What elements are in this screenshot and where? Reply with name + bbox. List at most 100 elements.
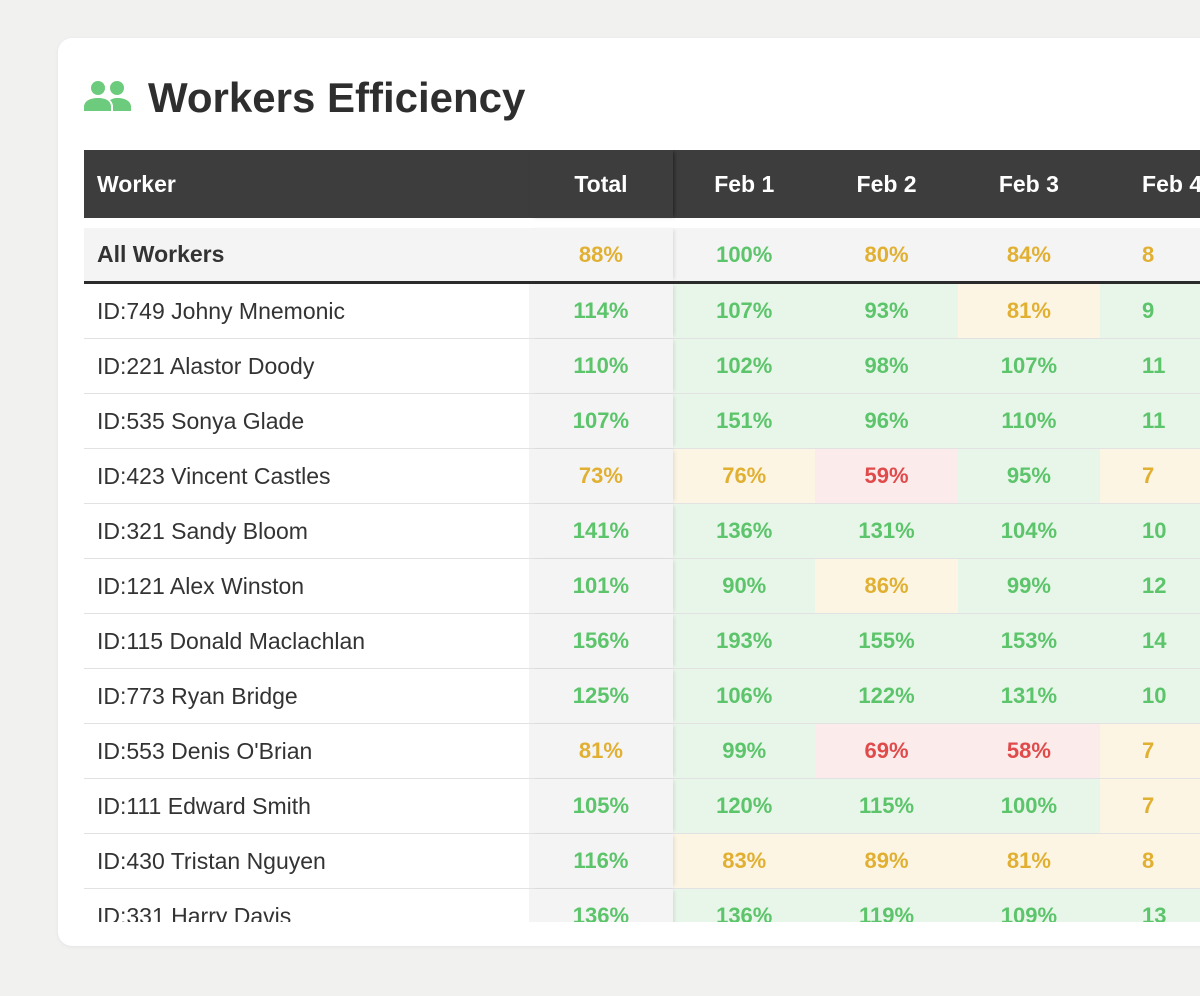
worker-name: ID:535 Sonya Glade [97,407,305,434]
total-cell: 105% [528,779,674,833]
table-row[interactable]: ID:553 Denis O'Brian 81% 99% 69% 58% 7 [84,724,1200,779]
worker-name: ID:115 Donald Maclachlan [97,627,366,654]
table-row[interactable]: ID:321 Sandy Bloom 141% 136% 131% 104% 10 [84,504,1200,559]
worker-name: ID:430 Tristan Nguyen [97,847,326,874]
day-cell: 131% [815,504,958,558]
day-cell: 193% [673,614,816,668]
total-cell: 136% [528,889,674,922]
day-cell: 76% [673,449,816,503]
day-cell: 81% [957,284,1101,338]
day-cell: 10 [1100,669,1200,723]
table-row[interactable]: ID:773 Ryan Bridge 125% 106% 122% 131% 10 [84,669,1200,724]
day-cell: 107% [673,284,816,338]
day-cell: 59% [815,449,958,503]
day-cell: 80% [864,241,909,267]
day-cell: 110% [957,394,1101,448]
column-header-day[interactable]: Feb 1 [673,150,815,218]
day-cell: 11 [1100,339,1200,393]
table-row[interactable]: ID:221 Alastor Doody 110% 102% 98% 107% 11 [84,339,1200,394]
day-cell: 100% [716,241,773,267]
worker-name: ID:221 Alastor Doody [97,352,315,379]
workers-efficiency-card: Workers Efficiency Worker Total Feb 1 Fe… [58,38,1200,946]
total-cell: 81% [528,724,674,778]
table-header: Worker Total Feb 1 Feb 2 Feb 3 Feb 4 [84,150,1200,218]
day-cell: 107% [957,339,1101,393]
column-header-day[interactable]: Feb 2 [815,150,957,218]
table-row[interactable]: ID:111 Edward Smith 105% 120% 115% 100% 7 [84,779,1200,834]
day-cell: 7 [1100,449,1200,503]
day-cell: 136% [673,504,816,558]
day-cell: 9 [1100,284,1200,338]
day-cell: 58% [957,724,1101,778]
table-row[interactable]: ID:535 Sonya Glade 107% 151% 96% 110% 11 [84,394,1200,449]
page-title: Workers Efficiency [148,74,526,121]
column-header-worker[interactable]: Worker [84,150,529,218]
worker-name: ID:553 Denis O'Brian [97,737,313,764]
day-cell: 96% [815,394,958,448]
day-cell: 122% [815,669,958,723]
day-cell: 153% [957,614,1101,668]
day-cell: 10 [1100,504,1200,558]
table-row[interactable]: ID:423 Vincent Castles 73% 76% 59% 95% 7 [84,449,1200,504]
worker-name: ID:321 Sandy Bloom [97,517,308,544]
worker-name: All Workers [97,241,225,267]
users-icon [84,80,132,117]
worker-name: ID:423 Vincent Castles [97,462,331,489]
efficiency-table: Worker Total Feb 1 Feb 2 Feb 3 Feb 4 All… [84,150,1200,922]
table-row[interactable]: ID:115 Donald Maclachlan 156% 193% 155% 153%… [84,614,1200,669]
total-cell: 73% [528,449,674,503]
day-cell: 83% [673,834,816,888]
day-cell: 136% [673,889,816,922]
day-cell: 120% [673,779,816,833]
day-cell: 81% [957,834,1101,888]
total-cell: 107% [528,394,674,448]
total-cell: 116% [528,834,674,888]
day-cell: 11 [1100,394,1200,448]
table-row[interactable]: ID:749 Johny Mnemonic 114% 107% 93% 81% 9 [84,284,1200,339]
day-cell: 12 [1100,559,1200,613]
day-cell: 131% [957,669,1101,723]
day-cell: 151% [673,394,816,448]
day-cell: 7 [1100,779,1200,833]
day-cell: 119% [815,889,958,922]
day-cell: 99% [673,724,816,778]
total-cell: 156% [528,614,674,668]
day-cell: 109% [957,889,1101,922]
total-cell: 110% [528,339,674,393]
day-cell: 115% [815,779,958,833]
total-cell: 88% [528,228,674,281]
worker-name: ID:121 Alex Winston [97,572,305,599]
column-header-day[interactable]: Feb 3 [958,150,1100,218]
total-cell: 125% [528,669,674,723]
day-cell: 89% [815,834,958,888]
day-cell: 99% [957,559,1101,613]
total-cell: 141% [528,504,674,558]
day-cell: 93% [815,284,958,338]
day-cell: 7 [1100,724,1200,778]
column-header-total[interactable]: Total [528,150,674,218]
day-cell: 155% [815,614,958,668]
total-cell: 101% [528,559,674,613]
day-cell: 69% [815,724,958,778]
total-cell: 114% [528,284,674,338]
column-header-day[interactable]: Feb 4 [1100,150,1200,218]
table-row[interactable]: ID:331 Harry Davis 136% 136% 119% 109% 13 [84,889,1200,922]
day-cell: 90% [673,559,816,613]
worker-name: ID:773 Ryan Bridge [97,682,298,709]
day-cell: 100% [957,779,1101,833]
day-cell: 95% [957,449,1101,503]
day-cell: 98% [815,339,958,393]
table-row[interactable]: ID:430 Tristan Nguyen 116% 83% 89% 81% 8 [84,834,1200,889]
day-cell: 102% [673,339,816,393]
day-cell: 8 [1100,834,1200,888]
day-cell: 84% [1006,241,1051,267]
day-cell: 14 [1100,614,1200,668]
day-cell: 106% [673,669,816,723]
table-row[interactable]: ID:121 Alex Winston 101% 90% 86% 99% 12 [84,559,1200,614]
worker-name: ID:749 Johny Mnemonic [97,297,346,324]
summary-row[interactable]: All Workers 88% 100% 80% 84% 8 [84,228,1200,284]
day-cell: 86% [815,559,958,613]
card-header: Workers Efficiency [84,74,525,122]
worker-name: ID:331 Harry Davis [97,902,292,923]
worker-name: ID:111 Edward Smith [97,792,311,819]
